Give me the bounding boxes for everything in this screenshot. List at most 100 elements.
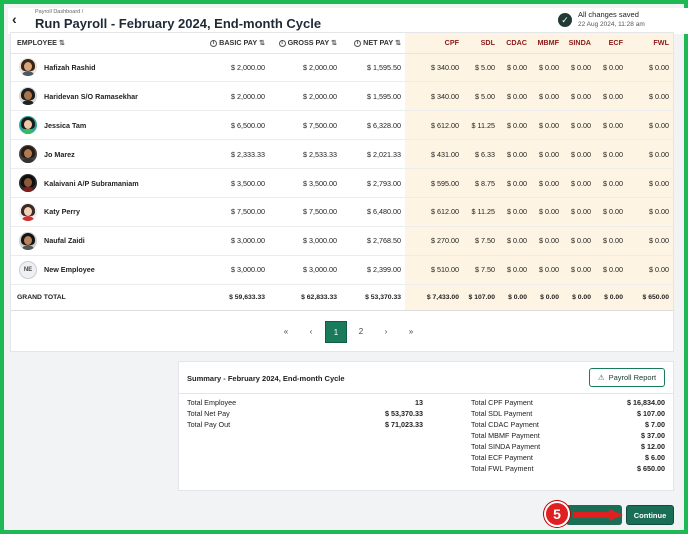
summary-value: $ 53,370.33 bbox=[385, 409, 423, 418]
total-sdl: $ 107.00 bbox=[463, 284, 499, 311]
cell-net: $ 2,768.50 bbox=[341, 226, 405, 256]
employee-cell[interactable]: Haridevan S/O Ramasekhar bbox=[11, 81, 189, 112]
cell-sdl: $ 5.00 bbox=[463, 81, 499, 112]
total-mbmf: $ 0.00 bbox=[531, 284, 563, 311]
summary-label: Total CPF Payment bbox=[471, 398, 533, 407]
cell-sinda: $ 0.00 bbox=[563, 255, 595, 285]
table-row: Haridevan S/O Ramasekhar $ 2,000.00 $ 2,00… bbox=[11, 81, 673, 112]
employee-cell[interactable]: Hafizah Rashid bbox=[11, 53, 189, 83]
table-row: Kalaivani A/P Subramaniam $ 3,500.00 $ 3,5… bbox=[11, 168, 673, 198]
avatar bbox=[19, 58, 37, 77]
summary-title: Summary - February 2024, End-month Cycle bbox=[187, 374, 345, 383]
employee-name[interactable]: New Employee bbox=[44, 265, 95, 274]
employee-name[interactable]: Naufal Zaidi bbox=[44, 236, 85, 245]
cell-fwl: $ 0.00 bbox=[627, 139, 673, 170]
table-row: Naufal Zaidi $ 3,000.00 $ 3,000.00 $ 2,768.… bbox=[11, 226, 673, 256]
cell-basic: $ 6,500.00 bbox=[189, 110, 269, 141]
cell-gross: $ 7,500.00 bbox=[269, 110, 341, 141]
summary-row: Total CPF Payment $ 16,834.00 bbox=[471, 398, 665, 409]
sort-icon[interactable]: ⇅ bbox=[259, 40, 265, 47]
avatar bbox=[19, 202, 37, 221]
employee-name[interactable]: Kalaivani A/P Subramaniam bbox=[44, 179, 139, 188]
page-button-1[interactable]: 1 bbox=[325, 321, 347, 343]
employee-name[interactable]: Haridevan S/O Ramasekhar bbox=[44, 92, 138, 101]
next-page-button[interactable]: › bbox=[375, 321, 397, 343]
column-header-sinda: SINDA bbox=[563, 33, 595, 54]
cell-cdac: $ 0.00 bbox=[499, 197, 531, 227]
column-header-gross-pay[interactable]: i GROSS PAY ⇅ bbox=[269, 33, 341, 54]
summary-row: Total ECF Payment $ 6.00 bbox=[471, 453, 665, 464]
employee-cell[interactable]: NE New Employee bbox=[11, 255, 189, 285]
page-button-2[interactable]: 2 bbox=[350, 321, 372, 343]
cell-gross: $ 3,000.00 bbox=[269, 226, 341, 256]
summary-value: $ 12.00 bbox=[641, 442, 665, 451]
cell-cpf: $ 595.00 bbox=[405, 168, 463, 198]
employee-cell[interactable]: Jo Marez bbox=[11, 139, 189, 170]
employee-name[interactable]: Hafizah Rashid bbox=[44, 63, 96, 72]
cell-cdac: $ 0.00 bbox=[499, 81, 531, 112]
employee-name[interactable]: Jessica Tam bbox=[44, 121, 86, 130]
cell-basic: $ 3,000.00 bbox=[189, 255, 269, 285]
continue-button[interactable]: Continue bbox=[626, 505, 674, 525]
summary-row: Total CDAC Payment $ 7.00 bbox=[471, 420, 665, 431]
cell-mbmf: $ 0.00 bbox=[531, 110, 563, 141]
first-page-button[interactable]: « bbox=[275, 321, 297, 343]
summary-label: Total SDL Payment bbox=[471, 409, 533, 418]
sort-icon[interactable]: ⇅ bbox=[331, 40, 337, 47]
table-row: Hafizah Rashid $ 2,000.00 $ 2,000.00 $ 1,59… bbox=[11, 53, 673, 83]
breadcrumb[interactable]: Payroll Dashboard / bbox=[35, 9, 83, 15]
column-header-net-pay[interactable]: i NET PAY ⇅ bbox=[341, 33, 405, 54]
column-header-employee[interactable]: EMPLOYEE ⇅ bbox=[11, 33, 189, 54]
total-cdac: $ 0.00 bbox=[499, 284, 531, 311]
cell-sinda: $ 0.00 bbox=[563, 168, 595, 198]
info-icon: i bbox=[278, 39, 286, 47]
cell-cpf: $ 270.00 bbox=[405, 226, 463, 256]
sort-icon[interactable]: ⇅ bbox=[59, 40, 65, 47]
step-number-badge: 5 bbox=[544, 501, 570, 527]
summary-value: $ 6.00 bbox=[645, 453, 665, 462]
info-icon: i bbox=[354, 39, 362, 47]
cell-mbmf: $ 0.00 bbox=[531, 197, 563, 227]
cell-basic: $ 2,000.00 bbox=[189, 81, 269, 112]
total-sinda: $ 0.00 bbox=[563, 284, 595, 311]
summary-value: $ 71,023.33 bbox=[385, 420, 423, 429]
cell-gross: $ 2,000.00 bbox=[269, 53, 341, 83]
annotation-arrow-icon bbox=[573, 509, 623, 521]
employee-cell[interactable]: Katy Perry bbox=[11, 197, 189, 227]
payroll-report-button[interactable]: ⚠ Payroll Report bbox=[589, 368, 665, 387]
cell-basic: $ 3,500.00 bbox=[189, 168, 269, 198]
save-status-time: 22 Aug 2024, 11:28 am bbox=[578, 21, 645, 28]
cell-net: $ 6,480.00 bbox=[341, 197, 405, 227]
cell-cdac: $ 0.00 bbox=[499, 53, 531, 83]
cell-fwl: $ 0.00 bbox=[627, 226, 673, 256]
cell-basic: $ 2,333.33 bbox=[189, 139, 269, 170]
column-header-basic-pay[interactable]: i BASIC PAY ⇅ bbox=[189, 33, 269, 54]
column-header-cpf: CPF bbox=[405, 33, 463, 54]
summary-value: $ 16,834.00 bbox=[627, 398, 665, 407]
sort-icon[interactable]: ⇅ bbox=[395, 40, 401, 47]
total-cpf: $ 7,433.00 bbox=[405, 284, 463, 311]
summary-row: Total Employee 13 bbox=[187, 398, 423, 409]
cell-cdac: $ 0.00 bbox=[499, 168, 531, 198]
summary-row: Total Net Pay $ 53,370.33 bbox=[187, 409, 423, 420]
employee-cell[interactable]: Jessica Tam bbox=[11, 110, 189, 141]
employee-name[interactable]: Katy Perry bbox=[44, 207, 80, 216]
cell-ecf: $ 0.00 bbox=[595, 197, 627, 227]
prev-page-button[interactable]: ‹ bbox=[300, 321, 322, 343]
cell-net: $ 2,793.00 bbox=[341, 168, 405, 198]
summary-row: Total SINDA Payment $ 12.00 bbox=[471, 442, 665, 453]
avatar bbox=[19, 231, 37, 250]
cell-sinda: $ 0.00 bbox=[563, 81, 595, 112]
last-page-button[interactable]: » bbox=[400, 321, 422, 343]
employee-cell[interactable]: Naufal Zaidi bbox=[11, 226, 189, 256]
avatar bbox=[19, 116, 37, 135]
cell-mbmf: $ 0.00 bbox=[531, 81, 563, 112]
back-arrow-icon[interactable]: ‹ bbox=[12, 12, 26, 26]
cell-cdac: $ 0.00 bbox=[499, 226, 531, 256]
employee-name[interactable]: Jo Marez bbox=[44, 150, 75, 159]
page-header: ‹ Payroll Dashboard / Run Payroll - Febr… bbox=[8, 8, 688, 34]
cell-fwl: $ 0.00 bbox=[627, 168, 673, 198]
info-icon: i bbox=[210, 39, 218, 47]
cell-sinda: $ 0.00 bbox=[563, 226, 595, 256]
employee-cell[interactable]: Kalaivani A/P Subramaniam bbox=[11, 168, 189, 198]
